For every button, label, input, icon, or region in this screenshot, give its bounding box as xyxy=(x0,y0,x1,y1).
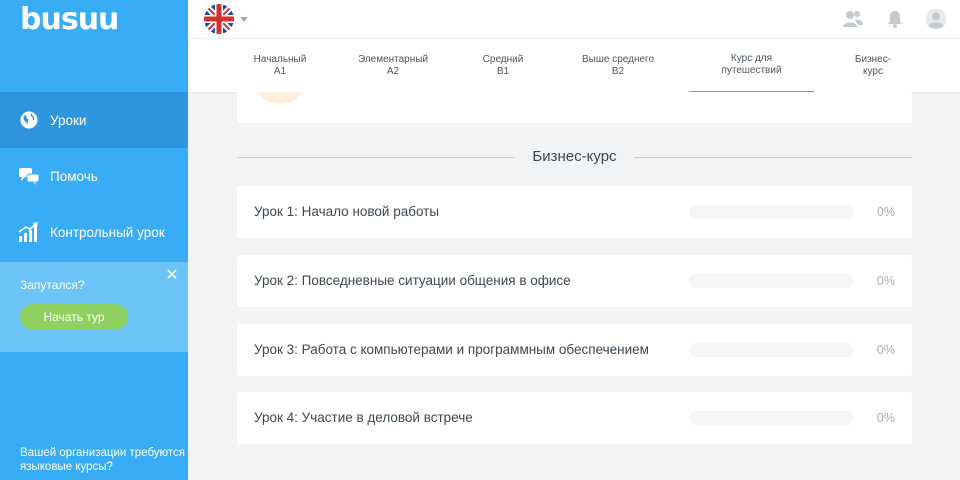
tab-label-line2: B1 xyxy=(496,66,510,77)
avatar-icon[interactable] xyxy=(925,8,947,30)
progress-bar xyxy=(689,274,853,288)
tab-label-line2: курс xyxy=(863,66,883,77)
lesson-card[interactable]: Урок 3: Работа с компьютерами и программ… xyxy=(237,324,912,376)
tab-b1[interactable]: Средний B1 xyxy=(458,39,548,93)
tab-a1[interactable]: Начальный A1 xyxy=(232,39,328,93)
tour-title: Запутался? xyxy=(20,278,85,292)
tab-label-line1: Средний xyxy=(482,53,524,65)
sidebar-nav: Уроки Помочь Контрольный урок xyxy=(0,92,188,260)
tab-business[interactable]: Бизнес- курс xyxy=(834,39,912,93)
tab-label-line1: Начальный xyxy=(253,53,307,65)
tab-label-line2: путешествий xyxy=(721,65,782,76)
progress-bar xyxy=(689,411,853,425)
lesson-card[interactable]: Урок 4: Участие в деловой встрече 0% xyxy=(237,392,912,444)
chat-bubbles-icon xyxy=(18,165,40,187)
sidebar-item-help[interactable]: Помочь xyxy=(0,148,188,204)
language-selector[interactable] xyxy=(204,4,248,34)
close-icon[interactable]: ✕ xyxy=(164,268,180,284)
previous-course-card xyxy=(237,92,912,123)
chevron-down-icon xyxy=(240,16,248,22)
start-tour-button[interactable]: Начать тур xyxy=(20,304,128,330)
tab-label-line1: Элементарный xyxy=(357,53,429,65)
section-header: Бизнес-курс xyxy=(237,146,912,170)
lesson-title[interactable]: Урок 1: Начало новой работы xyxy=(254,186,439,238)
top-bar xyxy=(188,0,960,38)
progress-percent: 0% xyxy=(876,411,895,425)
lesson-title[interactable]: Урок 4: Участие в деловой встрече xyxy=(254,392,473,444)
sidebar-item-label: Уроки xyxy=(50,112,87,128)
course-badge xyxy=(255,92,305,104)
progress-percent: 0% xyxy=(876,343,895,357)
tab-b2[interactable]: Выше среднего B2 xyxy=(566,39,670,93)
globe-icon xyxy=(18,109,40,131)
progress-chart-icon xyxy=(18,221,40,243)
organization-courses-link[interactable]: Вашей организации требуются языковые кур… xyxy=(20,446,185,474)
tab-label-line2: A2 xyxy=(386,66,400,77)
lesson-title[interactable]: Урок 2: Повседневные ситуации общения в … xyxy=(254,255,571,307)
sidebar-item-test[interactable]: Контрольный урок xyxy=(0,204,188,260)
lesson-card[interactable]: Урок 2: Повседневные ситуации общения в … xyxy=(237,255,912,307)
tab-label-line1: Бизнес- xyxy=(854,53,892,65)
tab-label-line2: A1 xyxy=(273,66,287,77)
busuu-logo[interactable]: busuu xyxy=(20,2,119,37)
friends-icon[interactable] xyxy=(842,8,864,30)
divider xyxy=(634,157,912,158)
tab-label-line2: B2 xyxy=(611,66,625,77)
progress-bar xyxy=(689,343,853,357)
bell-icon[interactable] xyxy=(884,8,906,30)
sidebar: busuu Уроки Помочь Контрольный урок Запу… xyxy=(0,0,188,480)
progress-percent: 0% xyxy=(876,205,895,219)
uk-flag-icon xyxy=(204,4,234,34)
tour-panel: Запутался? ✕ Начать тур xyxy=(0,262,188,352)
sidebar-item-label: Контрольный урок xyxy=(50,224,165,240)
progress-bar xyxy=(689,205,853,219)
tab-label-line1: Выше среднего xyxy=(581,53,655,65)
level-tabs: Начальный A1 Элементарный A2 Средний B1 … xyxy=(188,38,960,93)
tab-a2[interactable]: Элементарный A2 xyxy=(343,39,443,93)
tab-travel[interactable]: Курс для путешествий xyxy=(689,39,814,93)
progress-percent: 0% xyxy=(876,274,895,288)
sidebar-item-lessons[interactable]: Уроки xyxy=(0,92,188,148)
lesson-title[interactable]: Урок 3: Работа с компьютерами и программ… xyxy=(254,324,649,376)
sidebar-item-label: Помочь xyxy=(50,168,98,184)
lesson-card[interactable]: Урок 1: Начало новой работы 0% xyxy=(237,186,912,238)
tab-label-line1: Курс для xyxy=(730,52,773,64)
